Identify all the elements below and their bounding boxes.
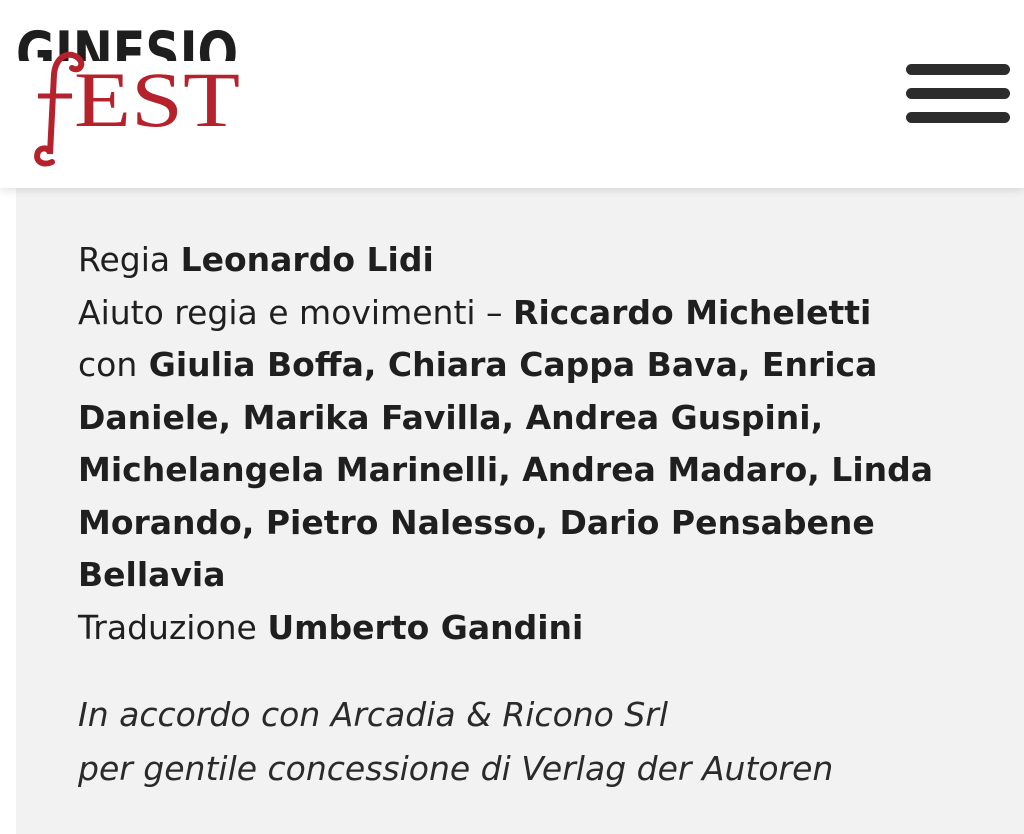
menu-bar-top xyxy=(906,64,1010,75)
menu-bar-middle xyxy=(906,88,1010,99)
credit-role: Traduzione xyxy=(78,607,257,647)
cast-names-1: Giulia Boffa, Chiara Cappa Bava, Enrica xyxy=(148,345,878,384)
note-line-1: In accordo con Arcadia & Ricono Srl xyxy=(78,695,669,734)
credits-list: Regia Leonardo Lidi Aiuto regia e movime… xyxy=(78,234,968,654)
site-header: GINESIO EST xyxy=(0,0,1024,188)
credit-name: Leonardo Lidi xyxy=(180,240,434,279)
credit-role: Regia xyxy=(78,240,171,279)
cast-names-2: Daniele, Marika Favilla, Andrea Guspini, xyxy=(78,397,824,437)
cast-names-3: Michelangela Marinelli, Andrea Madaro, L… xyxy=(78,450,934,489)
credit-aiuto-regia: Aiuto regia e movimenti – Riccardo Miche… xyxy=(78,287,968,340)
production-notes: In accordo con Arcadia & Ricono Srl per … xyxy=(78,688,978,796)
credit-role: con xyxy=(78,345,138,384)
credit-traduzione: Traduzione Umberto Gandini xyxy=(78,602,968,655)
credit-cast: con Giulia Boffa, Chiara Cappa Bava, Enr… xyxy=(78,339,968,602)
credit-role: Aiuto regia e movimenti – xyxy=(78,292,503,332)
credit-name: Umberto Gandini xyxy=(267,607,584,647)
cast-line-1: con Giulia Boffa, Chiara Cappa Bava, Enr… xyxy=(78,339,968,392)
credit-regia: Regia Leonardo Lidi xyxy=(78,234,968,287)
credit-name: Riccardo Micheletti xyxy=(513,292,872,332)
logo-bottom-text: EST xyxy=(74,56,240,143)
credits-panel: Regia Leonardo Lidi Aiuto regia e movime… xyxy=(16,188,1024,834)
hamburger-menu-icon[interactable] xyxy=(906,62,1010,124)
cast-names-4: Morando, Pietro Nalesso, Dario Pensabene xyxy=(78,502,875,542)
menu-bar-bottom xyxy=(906,112,1010,123)
logo-artwork: GINESIO EST xyxy=(16,19,240,167)
ginesio-fest-logo[interactable]: GINESIO EST xyxy=(14,14,244,174)
note-line-2: per gentile concessione di Verlag der Au… xyxy=(78,749,834,788)
cast-names-5: Bellavia xyxy=(78,555,226,594)
